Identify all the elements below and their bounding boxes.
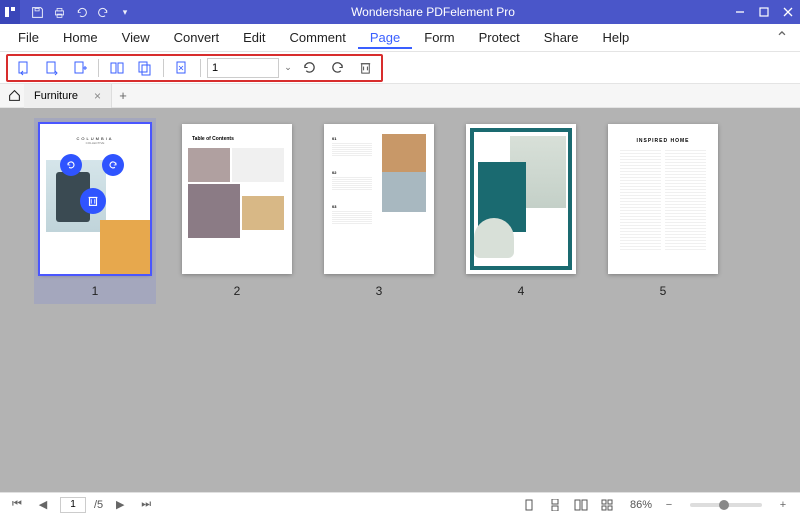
collapse-ribbon-icon[interactable]: ⌃ <box>770 26 794 50</box>
print-icon[interactable] <box>49 2 69 22</box>
page-number-label: 2 <box>234 284 241 298</box>
zoom-slider-thumb[interactable] <box>719 500 729 510</box>
menu-home[interactable]: Home <box>51 26 110 49</box>
page-overlay-rotate-right-icon[interactable] <box>102 154 124 176</box>
menu-bar: File Home View Convert Edit Comment Page… <box>0 24 800 52</box>
close-button[interactable] <box>776 0 800 24</box>
page3-section: 03 <box>332 204 372 229</box>
zoom-slider[interactable] <box>690 503 762 507</box>
toolbar-separator <box>200 59 201 77</box>
page-thumbnail-1[interactable]: COLUMBIA COLLECTIVE 1 <box>34 118 156 304</box>
page-number-label: 3 <box>376 284 383 298</box>
undo-icon[interactable] <box>71 2 91 22</box>
insert-blank-page-icon[interactable] <box>40 56 64 80</box>
zoom-in-icon[interactable]: + <box>774 496 792 514</box>
zoom-value-label: 86% <box>630 499 652 511</box>
page1-accent <box>100 220 150 274</box>
page-thumbnail-4[interactable]: 4 <box>466 124 576 298</box>
window-controls <box>728 0 800 24</box>
page3-image <box>382 172 426 212</box>
page-number-label: 5 <box>660 284 667 298</box>
page2-block <box>232 148 284 182</box>
zoom-out-icon[interactable]: − <box>660 496 678 514</box>
page3-image <box>382 134 426 172</box>
menu-convert[interactable]: Convert <box>162 26 232 49</box>
page3-section: 01 <box>332 136 372 161</box>
redo-icon[interactable] <box>93 2 113 22</box>
maximize-button[interactable] <box>752 0 776 24</box>
last-page-icon[interactable]: ⏭ <box>137 496 155 514</box>
first-page-icon[interactable]: ⏮ <box>8 496 26 514</box>
page2-title: Table of Contents <box>192 136 286 142</box>
document-tab-bar: Furniture × + <box>0 84 800 108</box>
rotate-left-icon[interactable] <box>297 56 321 80</box>
page3-section: 02 <box>332 170 372 195</box>
page-number-input[interactable] <box>207 58 279 78</box>
app-logo <box>0 0 20 24</box>
close-tab-icon[interactable]: × <box>94 89 101 103</box>
delete-page-icon[interactable] <box>353 56 377 80</box>
qat-more-icon[interactable]: ▾ <box>115 2 135 22</box>
page5-title: INSPIRED HOME <box>614 138 712 144</box>
toolbar-highlight: ⌄ <box>6 54 383 82</box>
page-overlay-delete-icon[interactable] <box>80 188 106 214</box>
view-single-icon[interactable] <box>520 496 538 514</box>
minimize-button[interactable] <box>728 0 752 24</box>
page-dropdown-icon[interactable]: ⌄ <box>281 58 295 78</box>
menu-share[interactable]: Share <box>532 26 591 49</box>
view-continuous-icon[interactable] <box>546 496 564 514</box>
view-grid-icon[interactable] <box>598 496 616 514</box>
window-title: Wondershare PDFelement Pro <box>138 5 728 19</box>
menu-view[interactable]: View <box>110 26 162 49</box>
page-thumbnail-2[interactable]: Table of Contents 2 <box>182 124 292 298</box>
page-thumbnail-3[interactable]: 01 02 03 3 <box>324 124 434 298</box>
insert-from-pdf-icon[interactable] <box>68 56 92 80</box>
add-tab-icon[interactable]: + <box>112 85 134 107</box>
prev-page-icon[interactable]: ◀ <box>34 496 52 514</box>
document-tab-label: Furniture <box>34 90 78 102</box>
replace-page-icon[interactable] <box>170 56 194 80</box>
page4-chair <box>474 218 514 258</box>
page-total-label: /5 <box>94 499 103 511</box>
page1-subtitle: COLLECTIVE <box>46 141 144 145</box>
rotate-right-icon[interactable] <box>325 56 349 80</box>
insert-page-icon[interactable] <box>12 56 36 80</box>
menu-help[interactable]: Help <box>591 26 642 49</box>
page-thumbnail-5[interactable]: INSPIRED HOME 5 <box>608 124 718 298</box>
next-page-icon[interactable]: ▶ <box>111 496 129 514</box>
status-bar: ⏮ ◀ /5 ▶ ⏭ 86% − + <box>0 492 800 516</box>
page2-block <box>188 184 240 238</box>
page-number-label: 4 <box>518 284 525 298</box>
menu-edit[interactable]: Edit <box>231 26 277 49</box>
save-icon[interactable] <box>27 2 47 22</box>
page-toolbar: ⌄ <box>0 52 800 84</box>
page-thumbnail-area[interactable]: COLUMBIA COLLECTIVE 1 Table of Contents <box>0 108 800 492</box>
quick-access-toolbar: ▾ <box>24 2 138 22</box>
title-bar: ▾ Wondershare PDFelement Pro <box>0 0 800 24</box>
toolbar-separator <box>163 59 164 77</box>
toolbar-separator <box>98 59 99 77</box>
split-page-icon[interactable] <box>105 56 129 80</box>
current-page-input[interactable] <box>60 497 86 513</box>
home-tab-icon[interactable] <box>4 86 24 106</box>
document-tab[interactable]: Furniture × <box>24 84 112 108</box>
menu-form[interactable]: Form <box>412 26 466 49</box>
page5-columns <box>614 150 712 250</box>
page-number-label: 1 <box>92 284 99 298</box>
view-two-page-icon[interactable] <box>572 496 590 514</box>
menu-protect[interactable]: Protect <box>467 26 532 49</box>
menu-comment[interactable]: Comment <box>278 26 358 49</box>
menu-file[interactable]: File <box>6 26 51 49</box>
page2-block <box>242 196 284 230</box>
extract-page-icon[interactable] <box>133 56 157 80</box>
page2-block <box>188 148 230 182</box>
menu-page[interactable]: Page <box>358 26 412 49</box>
page-overlay-rotate-left-icon[interactable] <box>60 154 82 176</box>
